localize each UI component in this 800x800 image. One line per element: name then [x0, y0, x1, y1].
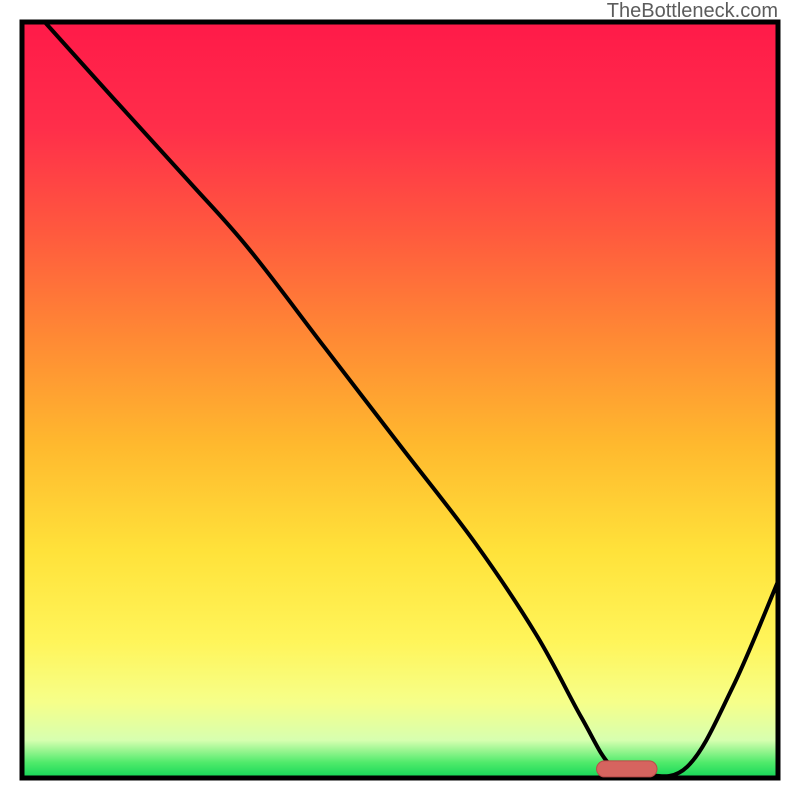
bottleneck-curve: [45, 22, 778, 776]
chart-frame: TheBottleneck.com: [0, 0, 800, 800]
chart-svg: [0, 0, 800, 800]
plot-border: [22, 22, 778, 778]
optimal-range-marker: [597, 761, 657, 777]
branding-watermark: TheBottleneck.com: [607, 0, 778, 23]
